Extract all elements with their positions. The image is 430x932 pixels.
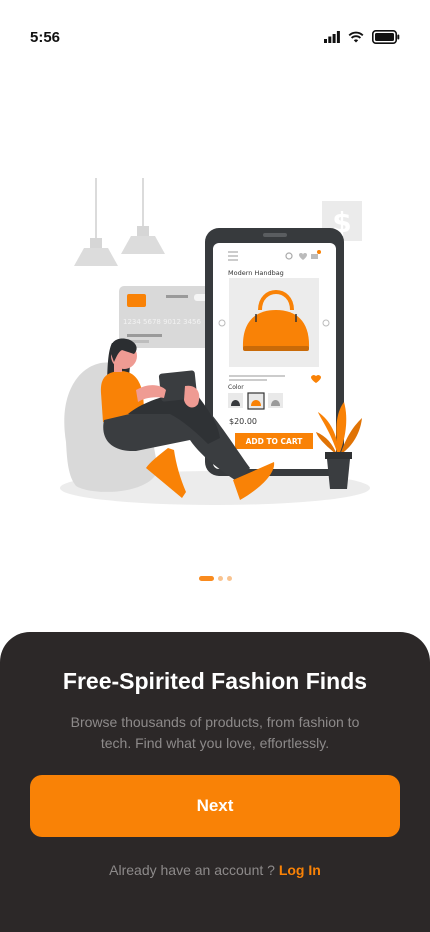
status-bar: 5:56 bbox=[0, 0, 430, 76]
page-dot-3 bbox=[226, 576, 232, 581]
account-prompt-text: Already have an account ? bbox=[109, 862, 275, 878]
svg-text:Modern Handbag: Modern Handbag bbox=[228, 269, 284, 277]
onboarding-title: Free-Spirited Fashion Finds bbox=[62, 668, 368, 694]
login-prompt: Already have an account ? Log In bbox=[0, 862, 430, 878]
status-time: 5:56 bbox=[30, 29, 61, 46]
svg-text:1234 5678 9012 3456: 1234 5678 9012 3456 bbox=[123, 318, 201, 326]
battery-icon bbox=[372, 30, 400, 44]
login-link[interactable]: Log In bbox=[279, 862, 321, 878]
next-button[interactable]: Next bbox=[30, 775, 400, 837]
svg-text:ADD TO CART: ADD TO CART bbox=[246, 437, 304, 446]
onboarding-illustration: $ 1234 5678 9012 3456 Modern Handbag Col… bbox=[60, 178, 370, 505]
pendant-lamps bbox=[74, 178, 165, 266]
svg-text:Color: Color bbox=[228, 384, 244, 391]
status-icons bbox=[324, 30, 400, 44]
svg-text:$20.00: $20.00 bbox=[229, 417, 257, 426]
signal-icon bbox=[324, 31, 340, 43]
page-dot-2 bbox=[217, 576, 223, 581]
credit-card: 1234 5678 9012 3456 bbox=[119, 286, 219, 348]
page-indicator bbox=[0, 576, 430, 581]
wifi-icon bbox=[348, 31, 364, 43]
onboarding-description: Browse thousands of products, from fashi… bbox=[70, 714, 360, 751]
onboarding-sheet: Free-Spirited Fashion Finds Browse thous… bbox=[0, 632, 430, 932]
page-dot-1 bbox=[198, 576, 214, 581]
